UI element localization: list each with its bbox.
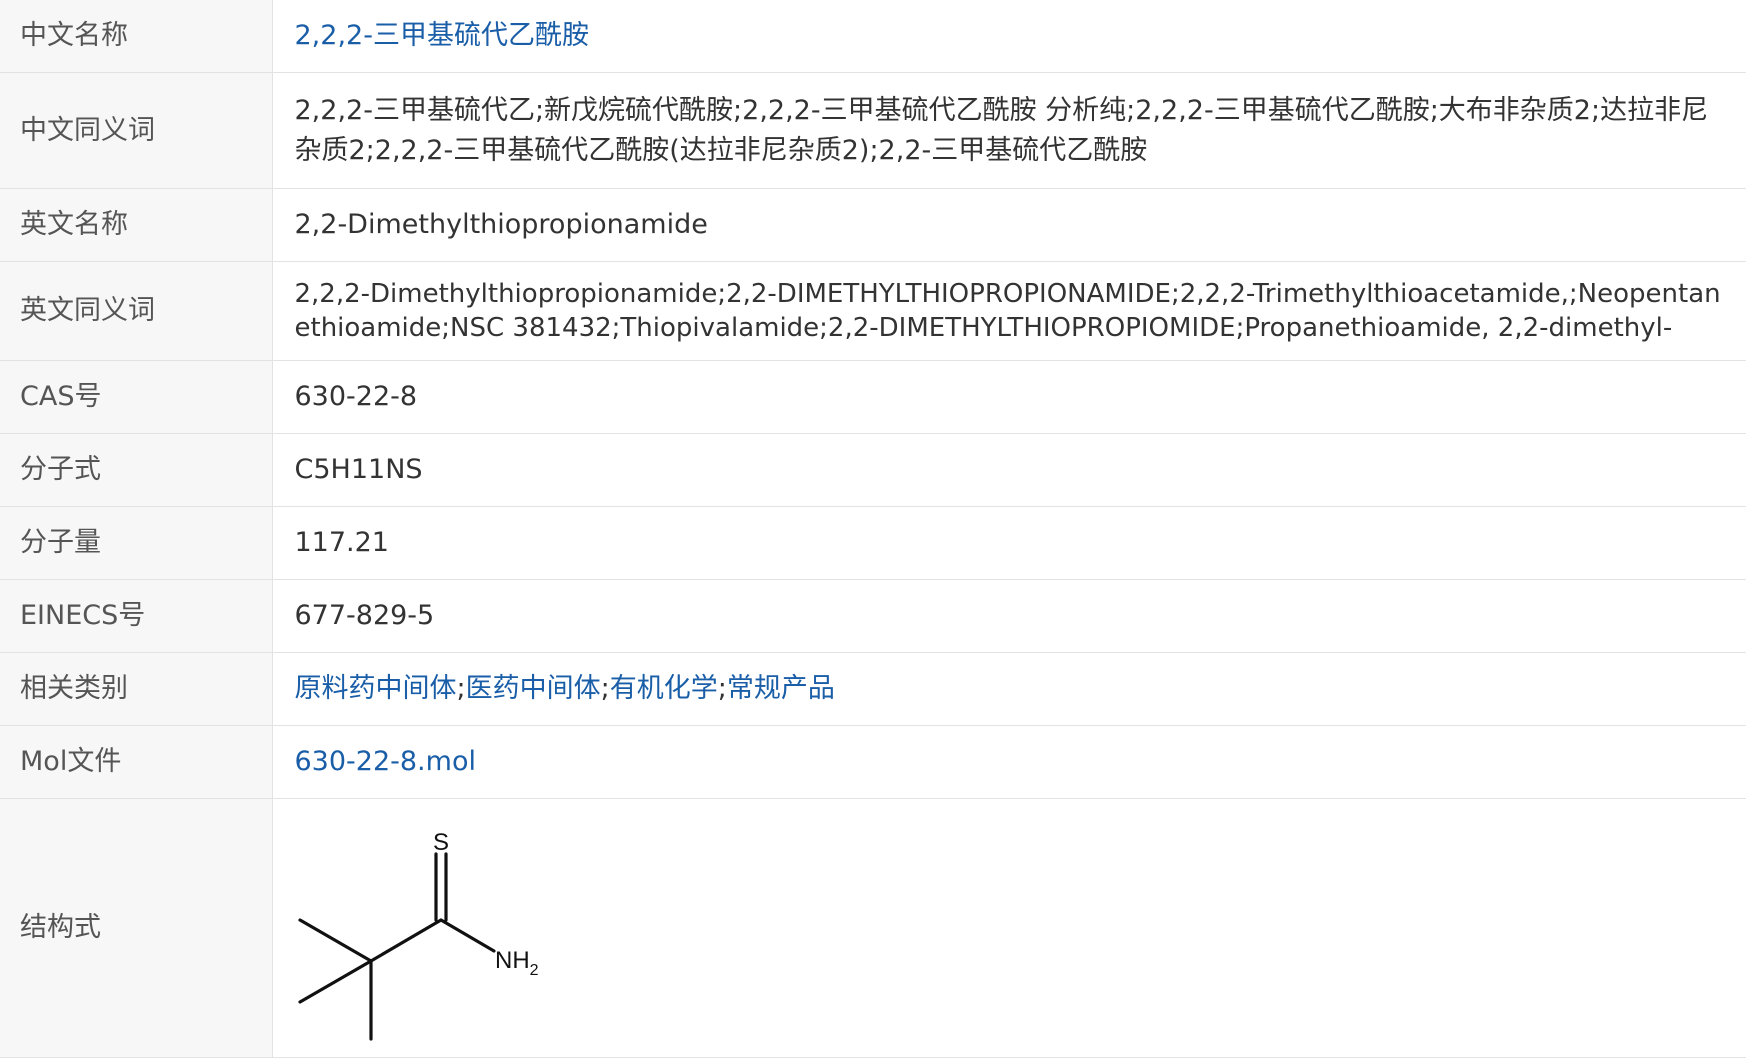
row-label-einecs: EINECS号 xyxy=(0,579,273,653)
row-value-chinese-synonyms: 2,2,2-三甲基硫代乙;新戊烷硫代酰胺;2,2,2-三甲基硫代乙酰胺 分析纯;… xyxy=(272,72,1746,189)
row-label-categories: 相关类别 xyxy=(0,652,273,726)
category-link-organic-chemistry[interactable]: 有机化学 xyxy=(610,673,718,704)
row-label-english-synonyms: 英文同义词 xyxy=(0,261,273,361)
row-value-categories: 原料药中间体;医药中间体;有机化学;常规产品 xyxy=(272,652,1746,726)
row-value-formula: C5H11NS xyxy=(272,433,1746,507)
row-value-einecs: 677-829-5 xyxy=(272,579,1746,653)
row-value-english-synonyms: 2,2,2-Dimethylthiopropionamide;2,2-DIMET… xyxy=(272,261,1746,361)
mol-file-link[interactable]: 630-22-8.mol xyxy=(295,746,476,777)
table-row: 中文名称 2,2,2-三甲基硫代乙酰胺 xyxy=(0,0,1746,73)
structure-image: S NH2 xyxy=(297,829,539,1041)
row-label-english-name: 英文名称 xyxy=(0,188,273,262)
table-row: 英文名称 2,2-Dimethylthiopropionamide xyxy=(0,188,1746,262)
category-link-regular-products[interactable]: 常规产品 xyxy=(727,673,835,704)
property-table: 中文名称 2,2,2-三甲基硫代乙酰胺 中文同义词 2,2,2-三甲基硫代乙;新… xyxy=(0,0,1746,1058)
atom-sulfur: S xyxy=(432,829,448,856)
row-label-chinese-synonyms: 中文同义词 xyxy=(0,72,273,189)
table-row: 相关类别 原料药中间体;医药中间体;有机化学;常规产品 xyxy=(0,652,1746,726)
row-label-formula: 分子式 xyxy=(0,433,273,507)
bond-methyl-left xyxy=(297,918,373,963)
table-row: CAS号 630-22-8 xyxy=(0,360,1746,434)
bond-methyl-lower-left xyxy=(297,959,373,1004)
row-value-chinese-name: 2,2,2-三甲基硫代乙酰胺 xyxy=(272,0,1746,73)
row-label-chinese-name: 中文名称 xyxy=(0,0,273,73)
table-row: 英文同义词 2,2,2-Dimethylthiopropionamide;2,2… xyxy=(0,261,1746,361)
row-label-cas: CAS号 xyxy=(0,360,273,434)
row-label-mol-file: Mol文件 xyxy=(0,725,273,799)
category-separator: ; xyxy=(456,673,466,704)
category-link-pharma-intermediate[interactable]: 医药中间体 xyxy=(466,673,601,704)
table-row: 分子量 117.21 xyxy=(0,506,1746,580)
table-row: EINECS号 677-829-5 xyxy=(0,579,1746,653)
table-row: 结构式 S NH2 xyxy=(0,798,1746,1058)
bond-c-c xyxy=(368,918,443,963)
bond-c-n xyxy=(438,918,496,953)
category-separator: ; xyxy=(717,673,727,704)
row-value-english-name: 2,2-Dimethylthiopropionamide xyxy=(272,188,1746,262)
row-label-molecular-weight: 分子量 xyxy=(0,506,273,580)
row-value-mol-file: 630-22-8.mol xyxy=(272,725,1746,799)
chinese-name-link[interactable]: 2,2,2-三甲基硫代乙酰胺 xyxy=(295,20,589,51)
category-separator: ; xyxy=(600,673,610,704)
structure-diagram: S NH2 xyxy=(273,808,573,1048)
table-row: 分子式 C5H11NS xyxy=(0,433,1746,507)
row-value-structure: S NH2 xyxy=(272,798,1746,1058)
atom-amine: NH2 xyxy=(495,947,539,979)
row-label-structure: 结构式 xyxy=(0,798,273,1058)
table-row: 中文同义词 2,2,2-三甲基硫代乙;新戊烷硫代酰胺;2,2,2-三甲基硫代乙酰… xyxy=(0,72,1746,189)
row-value-molecular-weight: 117.21 xyxy=(272,506,1746,580)
table-row: Mol文件 630-22-8.mol xyxy=(0,725,1746,799)
row-value-cas: 630-22-8 xyxy=(272,360,1746,434)
category-link-api-intermediate[interactable]: 原料药中间体 xyxy=(295,673,457,704)
